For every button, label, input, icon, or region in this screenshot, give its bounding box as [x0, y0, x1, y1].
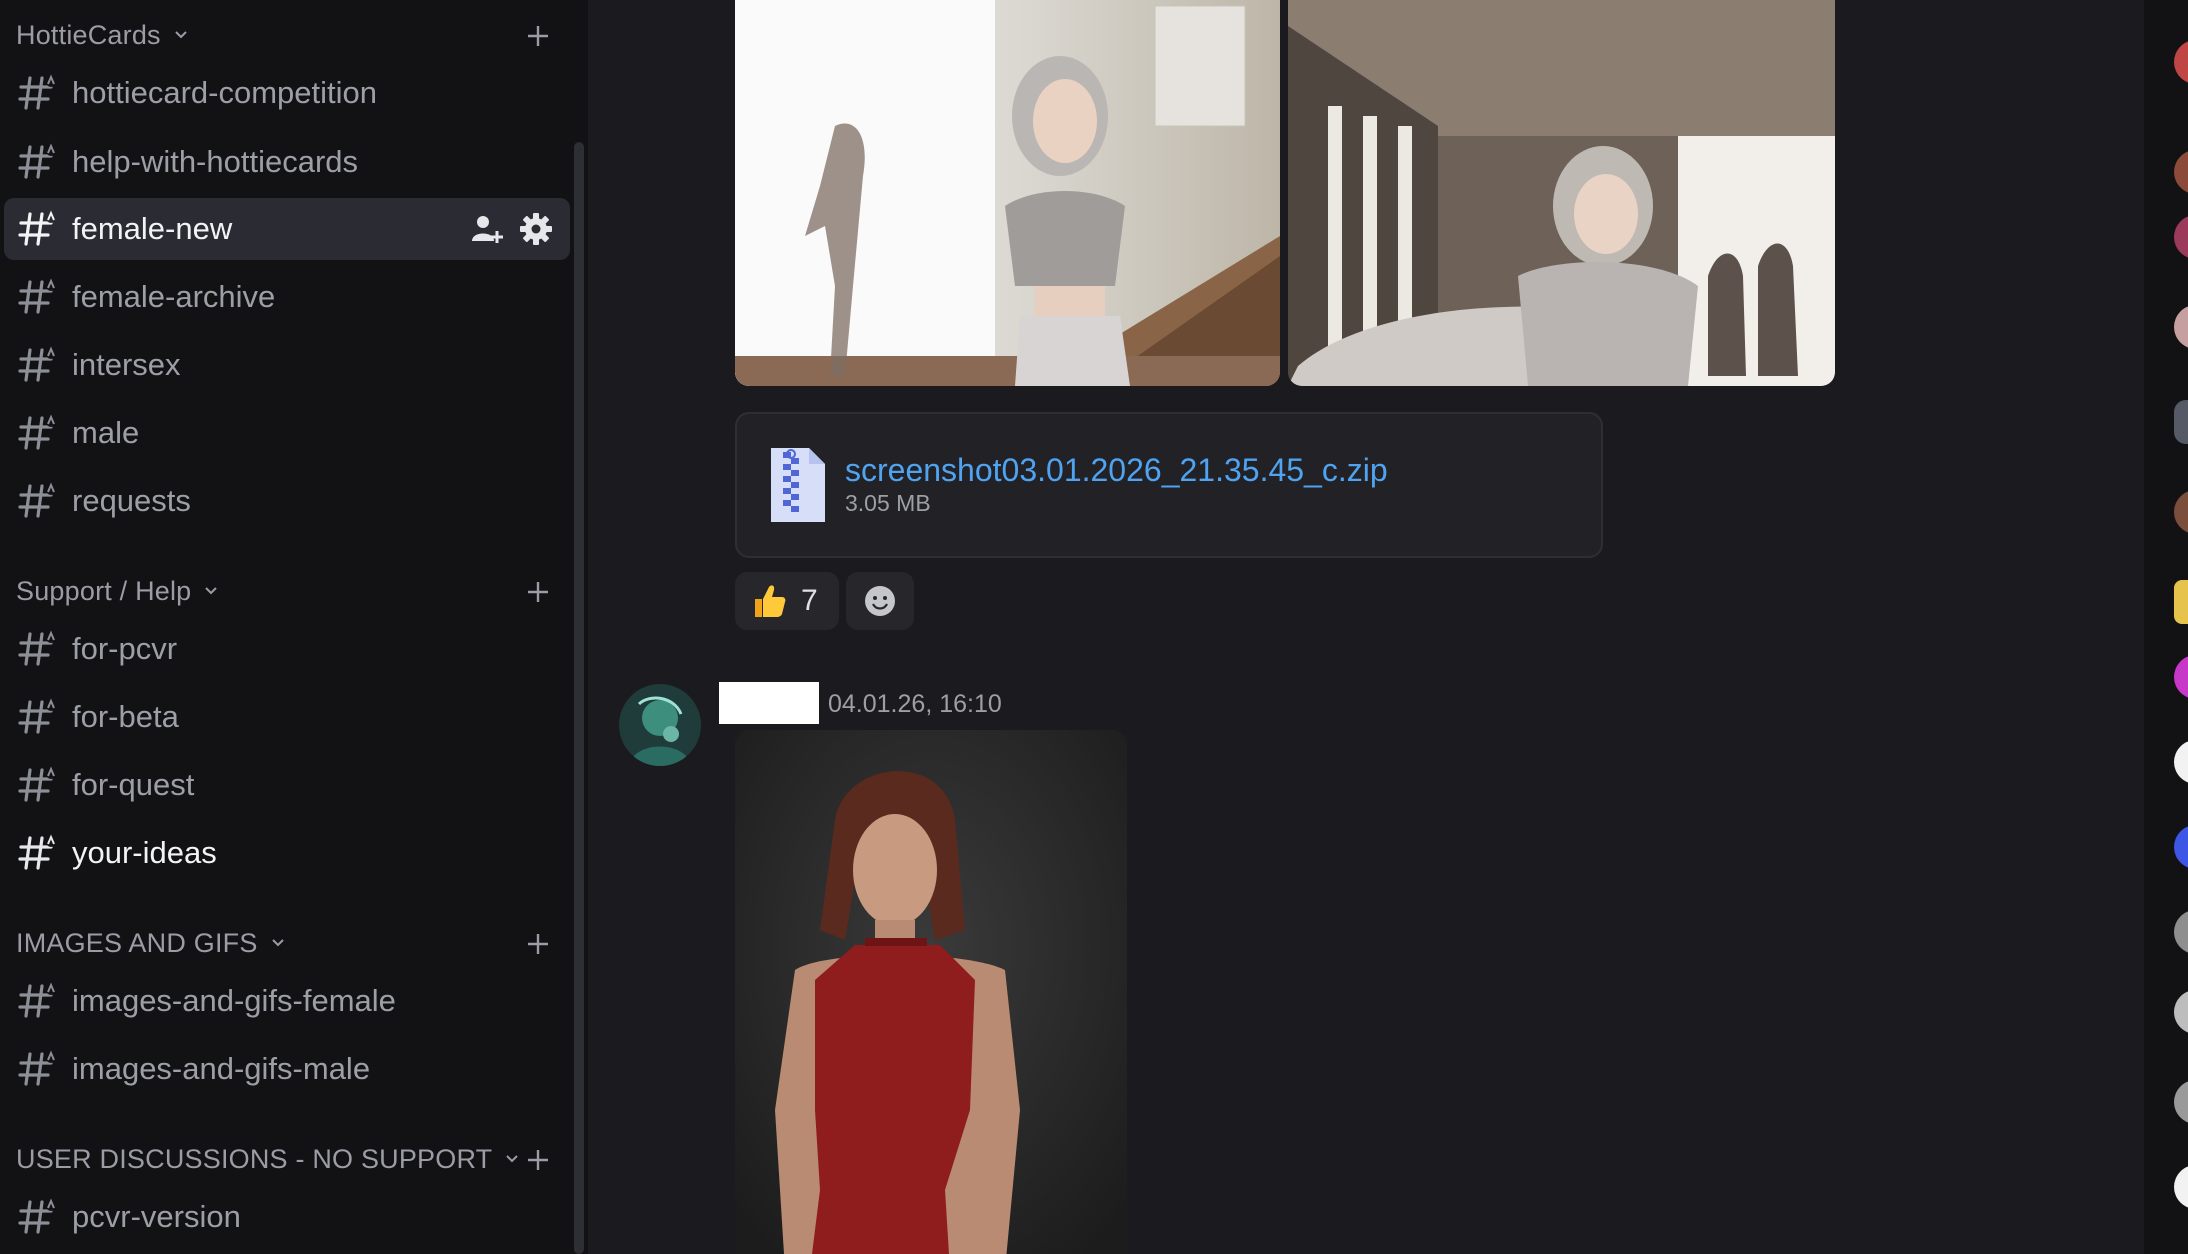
channel-label: requests	[72, 483, 191, 518]
sidebar-item-pcvr-version[interactable]: pcvr-version	[4, 1186, 570, 1248]
channel-label: female-new	[72, 211, 233, 246]
channel-label: pcvr-version	[72, 1199, 241, 1234]
channel-sidebar: HottieCards hottiecard-competition help-…	[0, 0, 588, 1254]
sidebar-item-for-beta[interactable]: for-beta	[4, 686, 570, 748]
server-icon[interactable]	[2174, 40, 2188, 84]
add-reaction-icon	[865, 586, 895, 616]
server-icon[interactable]	[2174, 990, 2188, 1034]
server-icon[interactable]	[2174, 655, 2188, 699]
chevron-down-icon	[506, 1155, 519, 1163]
rendered-character-image	[735, 0, 1280, 386]
sidebar-item-female-archive[interactable]: female-archive	[4, 266, 570, 328]
text-channel-thread-icon	[18, 1050, 56, 1086]
text-channel-thread-icon	[18, 346, 56, 382]
channel-label: male	[72, 415, 140, 450]
file-attachment: screenshot03.01.2026_21.35.45_c.zip 3.05…	[735, 412, 1603, 558]
channel-label: images-and-gifs-male	[72, 1051, 371, 1086]
create-channel-icon[interactable]	[522, 576, 554, 608]
chevron-down-icon	[175, 31, 187, 39]
channel-label: hottiecard-competition	[72, 75, 377, 110]
file-size: 3.05 MB	[845, 490, 931, 516]
category-label: IMAGES AND GIFS	[16, 927, 258, 958]
sidebar-item-help-with-hottiecards[interactable]: help-with-hottiecards	[4, 131, 570, 193]
sidebar-item-for-pcvr[interactable]: for-pcvr	[4, 618, 570, 680]
sidebar-item-hottiecard-competition[interactable]: hottiecard-competition	[4, 62, 570, 124]
sidebar-item-for-quest[interactable]: for-quest	[4, 754, 570, 816]
server-icon[interactable]	[2174, 215, 2188, 259]
username-redacted[interactable]	[719, 682, 819, 724]
create-channel-icon[interactable]	[522, 928, 554, 960]
channel-label: for-beta	[72, 699, 179, 734]
channel-label: intersex	[72, 347, 181, 382]
server-icon[interactable]	[2174, 825, 2188, 869]
sidebar-item-female-new[interactable]: female-new	[4, 198, 570, 260]
thumbs-up-icon	[755, 585, 786, 617]
server-icon[interactable]	[2174, 400, 2188, 444]
category-label: HottieCards	[16, 19, 161, 50]
server-icon[interactable]	[2174, 580, 2188, 624]
text-channel-thread-icon	[18, 1198, 56, 1234]
channel-label: help-with-hottiecards	[72, 144, 359, 179]
file-name-link[interactable]: screenshot03.01.2026_21.35.45_c.zip	[845, 452, 1388, 489]
zip-file-icon	[771, 448, 825, 522]
text-channel-thread-icon	[18, 698, 56, 734]
text-channel-thread-icon	[18, 143, 56, 179]
message-area: screenshot03.01.2026_21.35.45_c.zip 3.05…	[588, 0, 2144, 1254]
chevron-down-icon	[205, 587, 218, 595]
avatar[interactable]	[619, 684, 701, 766]
category-images-and-gifs[interactable]: IMAGES AND GIFS	[0, 918, 588, 968]
create-channel-icon[interactable]	[522, 20, 554, 52]
text-channel-thread-icon	[18, 766, 56, 802]
sidebar-item-images-and-gifs-male[interactable]: images-and-gifs-male	[4, 1038, 570, 1100]
text-channel-thread-icon	[18, 278, 56, 314]
text-channel-thread-icon	[18, 982, 56, 1018]
text-channel-thread-icon	[18, 630, 56, 666]
invite-member-icon[interactable]	[468, 211, 504, 247]
text-channel-thread-icon	[18, 482, 56, 518]
create-channel-icon[interactable]	[522, 1144, 554, 1176]
channel-label: your-ideas	[72, 835, 217, 870]
category-label: USER DISCUSSIONS - NO SUPPORT	[16, 1143, 493, 1174]
rendered-character-image	[1288, 0, 1835, 386]
attachment-image-2[interactable]	[1288, 0, 1835, 386]
server-icon[interactable]	[2174, 150, 2188, 194]
channel-label: images-and-gifs-female	[72, 983, 396, 1018]
add-reaction-button[interactable]	[846, 572, 914, 630]
server-icon[interactable]	[2174, 910, 2188, 954]
category-support-help[interactable]: Support / Help	[0, 566, 588, 616]
sidebar-scrollbar[interactable]	[574, 142, 584, 1254]
server-icon[interactable]	[2174, 1165, 2188, 1209]
attachment-image-1[interactable]	[735, 0, 1280, 386]
category-hottiecards[interactable]: HottieCards	[0, 10, 588, 60]
server-icon[interactable]	[2174, 740, 2188, 784]
sidebar-item-requests[interactable]: requests	[4, 470, 570, 532]
attachment-image-3[interactable]	[735, 730, 1127, 1254]
server-icon[interactable]	[2174, 1080, 2188, 1124]
server-icon[interactable]	[2174, 305, 2188, 349]
sidebar-item-intersex[interactable]: intersex	[4, 334, 570, 396]
channel-label: for-quest	[72, 767, 195, 802]
text-channel-thread-icon	[18, 210, 56, 246]
category-user-discussions[interactable]: USER DISCUSSIONS - NO SUPPORT	[0, 1134, 588, 1184]
sidebar-item-images-and-gifs-female[interactable]: images-and-gifs-female	[4, 970, 570, 1032]
sidebar-item-your-ideas[interactable]: your-ideas	[4, 822, 570, 884]
channel-label: for-pcvr	[72, 631, 178, 666]
category-label: Support / Help	[16, 575, 192, 606]
text-channel-thread-icon	[18, 834, 56, 870]
server-icon[interactable]	[2174, 490, 2188, 534]
user-avatar-image	[619, 684, 701, 766]
gear-icon[interactable]	[518, 211, 554, 247]
sidebar-item-male[interactable]: male	[4, 402, 570, 464]
chevron-down-icon	[271, 939, 284, 947]
rendered-character-image	[735, 730, 1127, 1254]
text-channel-thread-icon	[18, 74, 56, 110]
channel-label: female-archive	[72, 279, 276, 314]
reaction-count: 7	[801, 584, 818, 617]
reaction-thumbs-up[interactable]: 7	[735, 572, 839, 630]
message-timestamp: 04.01.26, 16:10	[828, 690, 1002, 718]
server-rail	[2144, 0, 2188, 1254]
text-channel-thread-icon	[18, 414, 56, 450]
